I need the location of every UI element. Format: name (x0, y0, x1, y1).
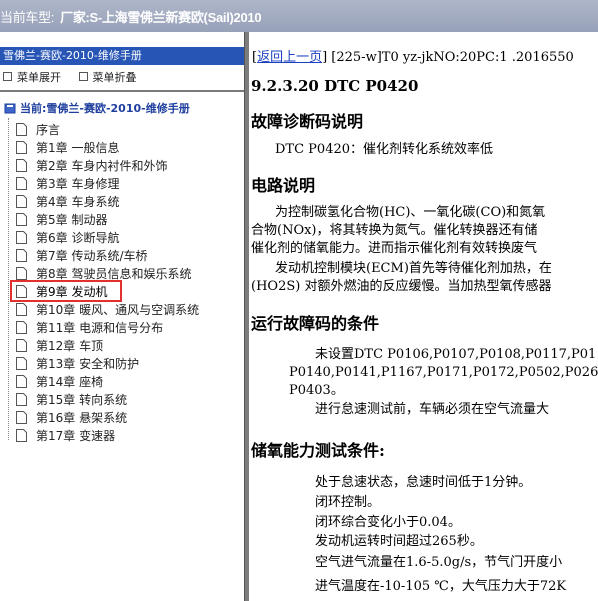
tree-item-ch5[interactable]: 第5章 制动器 (16, 211, 107, 229)
run-conditions-line: 进行怠速测试前，车辆必须在空气流量大 (315, 402, 550, 417)
tree-item-ch13[interactable]: 第13章 安全和防护 (16, 355, 139, 373)
document-icon (16, 231, 27, 244)
circuit-line: 为控制碳氢化合物(HC)、一氧化碳(CO)和氮氧 (275, 205, 546, 220)
section-dtc-desc: 故障诊断码说明 (251, 112, 364, 131)
menu-controls: 菜单展开 菜单折叠 (3, 69, 151, 85)
circuit-line: (HO2S) 对额外燃油的反应缓慢。当加热型氧传感器 (251, 279, 552, 294)
tree-item-ch16[interactable]: 第16章 悬架系统 (16, 409, 127, 427)
oxygen-test-line: 闭环综合变化小于0.04。 (315, 515, 461, 530)
tree-root-label: 当前:雪佛兰-赛欧-2010-维修手册 (20, 102, 190, 115)
document-icon (16, 123, 27, 136)
document-icon (16, 393, 27, 406)
section-run-conditions: 运行故障码的条件 (251, 314, 380, 333)
collapse-icon (78, 72, 88, 81)
current-model-label: 当前车型: (0, 10, 55, 25)
document-icon (16, 213, 27, 226)
document-icon (16, 267, 27, 280)
selection-highlight (10, 280, 122, 302)
collapse-menu-label: 菜单折叠 (92, 71, 137, 84)
run-conditions-line: P0403。 (289, 383, 344, 398)
expand-menu-button[interactable]: 菜单展开 (3, 69, 61, 85)
section-oxygen-test: 储氧能力测试条件: (251, 441, 385, 460)
page-title: 9.2.3.20 DTC P0420 (251, 77, 419, 95)
section-dtc-desc-text: DTC P0420：催化剂转化系统效率低 (275, 142, 494, 157)
tree-item-label: 序言 (36, 123, 61, 137)
collapse-menu-button[interactable]: 菜单折叠 (78, 69, 137, 85)
tree-item-ch7[interactable]: 第7章 传动系统/车桥 (16, 247, 148, 265)
circuit-line: 合物(NOx)，将其转换为氮气。催化转换器还有储 (251, 223, 538, 238)
tree-item-label: 第11章 电源和信号分布 (36, 321, 164, 335)
document-icon (16, 321, 27, 334)
divider (0, 90, 244, 92)
content-panel: [返回上一页] [225-w]T0 yz-jkNO:20PC:1 .201655… (249, 32, 598, 601)
tree-item-ch1[interactable]: 第1章 一般信息 (16, 139, 119, 157)
back-link[interactable]: 返回上一页 (257, 50, 322, 65)
tree-item-label: 第13章 安全和防护 (36, 357, 140, 371)
tree-item-ch6[interactable]: 第6章 诊断导航 (16, 229, 119, 247)
tree-root[interactable]: 当前:雪佛兰-赛欧-2010-维修手册 (4, 100, 190, 118)
document-icon (16, 141, 27, 154)
tree-item-label: 第7章 传动系统/车桥 (36, 249, 148, 263)
tree-item-label: 第16章 悬架系统 (36, 411, 128, 425)
oxygen-test-line: 空气进气流量在1.6-5.0g/s，节气门开度小 (315, 555, 563, 570)
circuit-line: 催化剂的储氧能力。进而指示催化剂有效转换废气 (251, 241, 538, 256)
tree-item-label: 第14章 座椅 (36, 375, 104, 389)
section-circuit: 电路说明 (251, 176, 316, 195)
run-conditions-line: 未设置DTC P0106,P0107,P0108,P0117,P01 (315, 347, 597, 362)
expand-menu-label: 菜单展开 (17, 71, 61, 84)
tree-item-label: 第1章 一般信息 (36, 141, 120, 155)
content-nav: [返回上一页] [225-w]T0 yz-jkNO:20PC:1 .201655… (252, 46, 574, 65)
tree-item-ch17[interactable]: 第17章 变速器 (16, 427, 115, 445)
document-icon (16, 303, 27, 316)
current-model-value: 厂家:S-上海雪佛兰新赛欧(Sail)2010 (60, 10, 262, 25)
tree-item-label: 第17章 变速器 (36, 429, 116, 443)
tree-item-label: 第12章 车顶 (36, 339, 104, 353)
document-icon (16, 249, 27, 262)
document-icon (16, 411, 27, 424)
manual-header: 雪佛兰-赛欧-2010-维修手册 (0, 47, 244, 65)
tree-item-label: 第2章 车身内衬件和外饰 (36, 159, 168, 173)
tree-item-ch10[interactable]: 第10章 暖风、通风与空调系统 (16, 301, 199, 319)
tree-item-preface[interactable]: 序言 (16, 121, 60, 139)
tree-item-ch2[interactable]: 第2章 车身内衬件和外饰 (16, 157, 167, 175)
expand-icon (3, 72, 12, 81)
tree-item-ch14[interactable]: 第14章 座椅 (16, 373, 103, 391)
left-panel: 雪佛兰-赛欧-2010-维修手册 菜单展开 菜单折叠 当前:雪佛兰-赛欧-201… (0, 42, 244, 601)
document-icon (16, 429, 27, 442)
nav-doc-id: ] [225-w]T0 yz-jkNO:20PC:1 .2016550 (322, 50, 574, 65)
document-icon (16, 375, 27, 388)
oxygen-test-line: 进气温度在-10-105 ℃，大气压力大于72K (315, 579, 567, 594)
document-icon (16, 195, 27, 208)
tree-item-ch3[interactable]: 第3章 车身修理 (16, 175, 119, 193)
tree-item-label: 第10章 暖风、通风与空调系统 (36, 303, 200, 317)
tree-item-label: 第15章 转向系统 (36, 393, 128, 407)
tree-item-label: 第4章 车身系统 (36, 195, 120, 209)
document-icon (16, 339, 27, 352)
tree-item-ch15[interactable]: 第15章 转向系统 (16, 391, 127, 409)
circuit-line: 发动机控制模块(ECM)首先等待催化剂加热，在 (275, 261, 552, 276)
run-conditions-line: P0140,P0141,P1167,P0171,P0172,P0502,P026… (289, 365, 598, 380)
document-icon (16, 357, 27, 370)
tree-item-label: 第8章 驾驶员信息和娱乐系统 (36, 267, 192, 281)
oxygen-test-line: 闭环控制。 (315, 495, 381, 510)
book-icon (4, 103, 16, 114)
document-icon (16, 159, 27, 172)
tree-item-ch11[interactable]: 第11章 电源和信号分布 (16, 319, 163, 337)
document-icon (16, 177, 27, 190)
tree-item-label: 第6章 诊断导航 (36, 231, 120, 245)
current-model: 当前车型: 厂家:S-上海雪佛兰新赛欧(Sail)2010 (0, 7, 262, 26)
title-bar: 当前车型: 厂家:S-上海雪佛兰新赛欧(Sail)2010 (0, 0, 598, 32)
tree-line (8, 118, 10, 440)
tree-item-ch12[interactable]: 第12章 车顶 (16, 337, 103, 355)
oxygen-test-line: 发动机运转时间超过265秒。 (315, 534, 483, 549)
oxygen-test-line: 处于怠速状态，怠速时间低于1分钟。 (315, 475, 532, 490)
tree-item-ch4[interactable]: 第4章 车身系统 (16, 193, 119, 211)
tree-item-label: 第3章 车身修理 (36, 177, 120, 191)
tree-item-label: 第5章 制动器 (36, 213, 108, 227)
